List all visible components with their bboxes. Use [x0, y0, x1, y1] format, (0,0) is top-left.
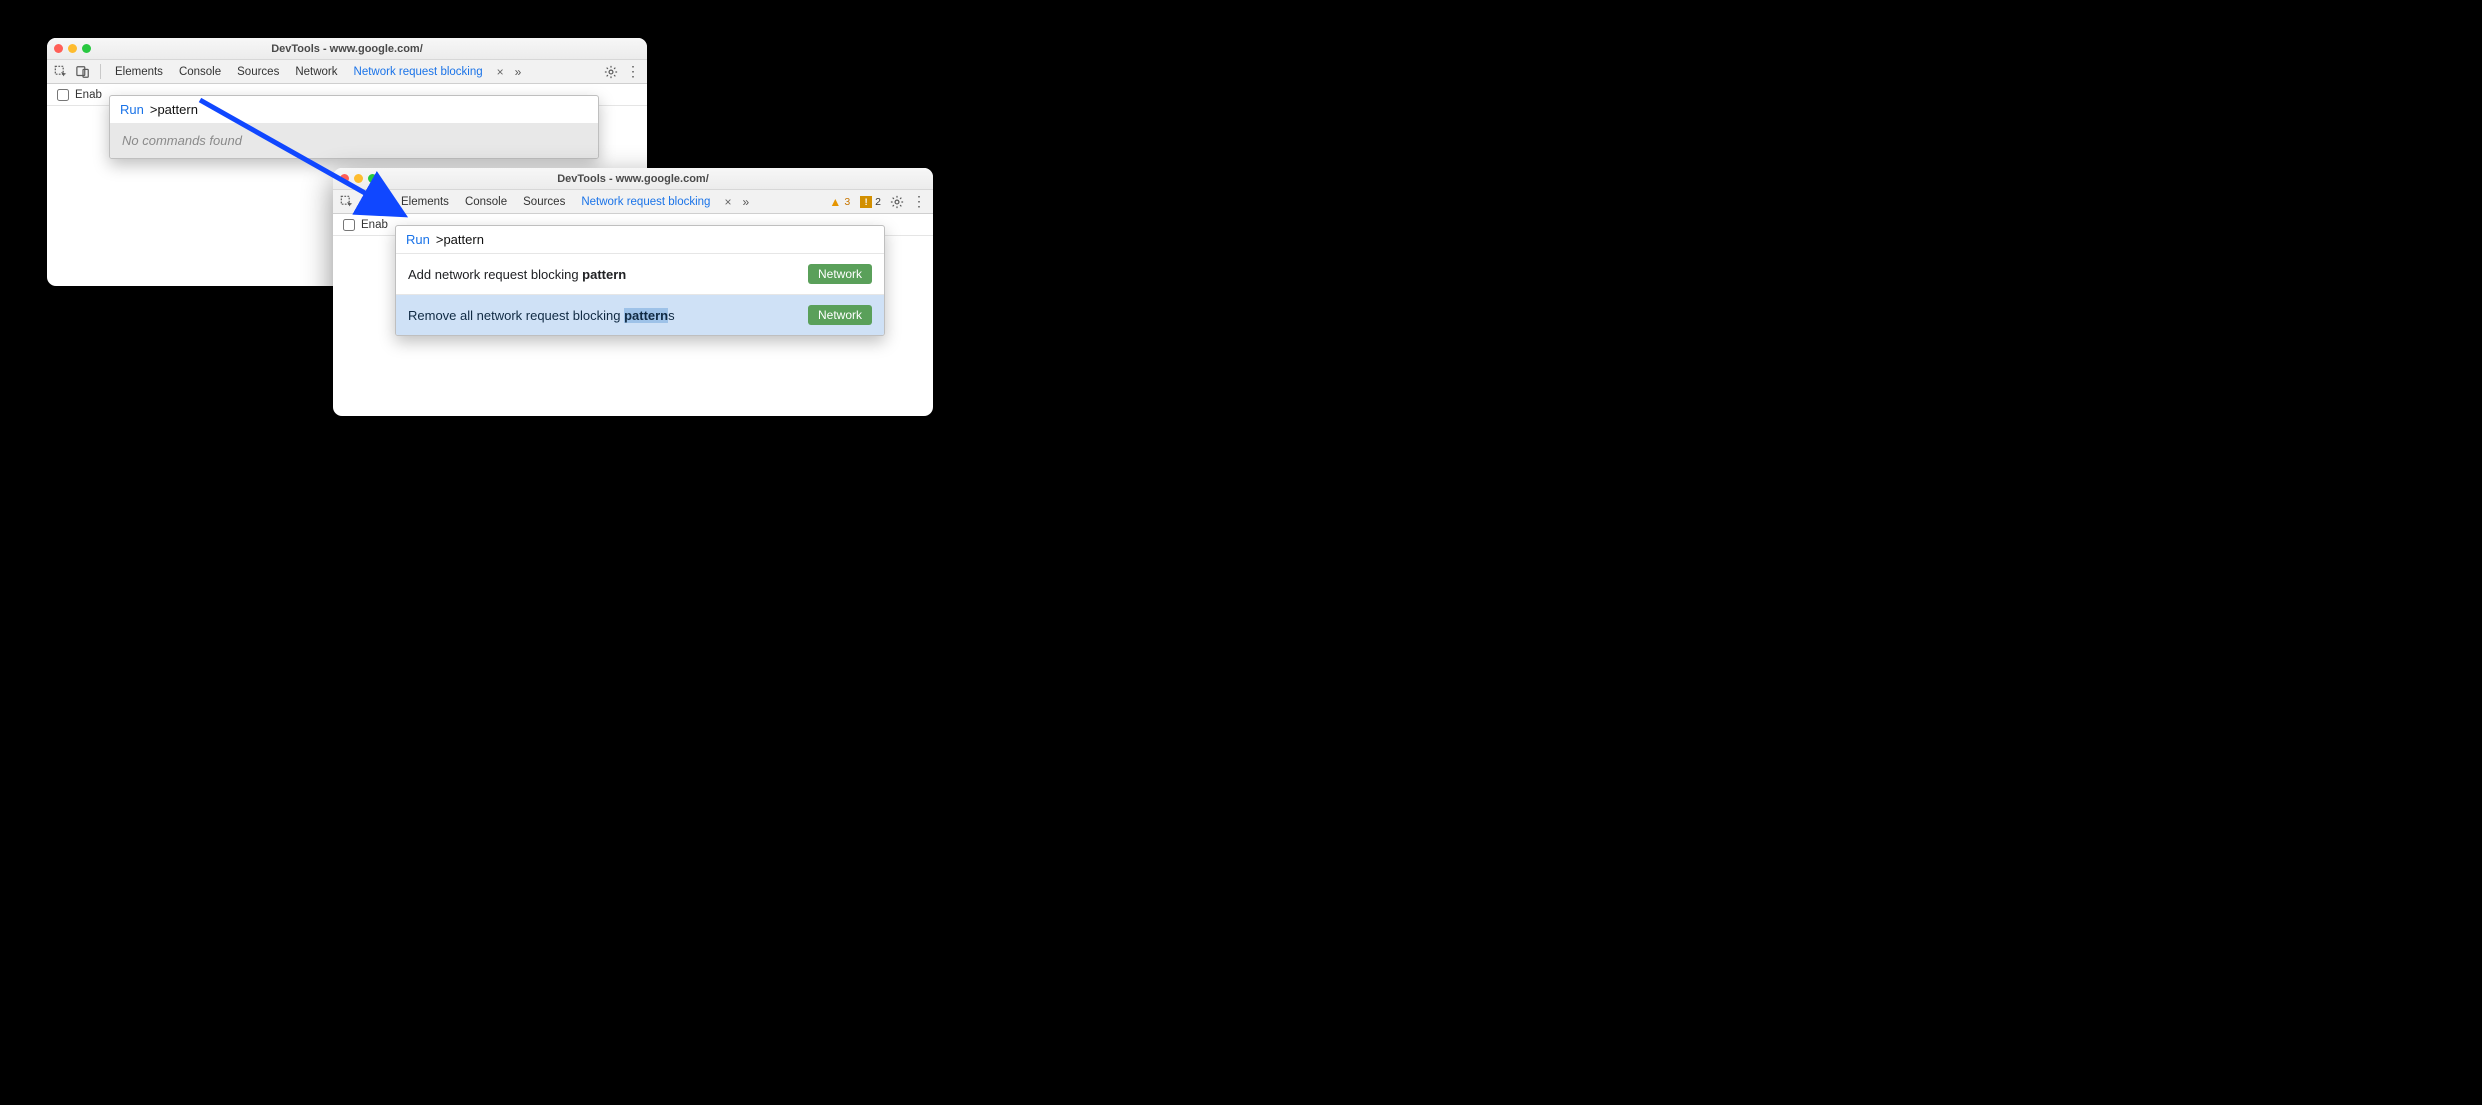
issues-icon: ! — [860, 196, 872, 208]
inspect-icon[interactable] — [52, 63, 70, 81]
device-toggle-icon[interactable] — [74, 63, 92, 81]
devtools-window-after: DevTools - www.google.com/ Elements Cons… — [333, 168, 933, 416]
more-tabs-icon[interactable]: » — [512, 65, 523, 79]
tab-elements[interactable]: Elements — [395, 196, 455, 208]
tab-elements[interactable]: Elements — [109, 66, 169, 78]
kebab-icon[interactable]: ⋮ — [910, 193, 928, 211]
command-query: >pattern — [150, 102, 198, 117]
zoom-icon[interactable] — [82, 44, 91, 53]
command-palette-input[interactable]: Run >pattern — [396, 226, 884, 253]
gear-icon[interactable] — [602, 63, 620, 81]
command-query: >pattern — [436, 232, 484, 247]
issues-count: 2 — [875, 196, 881, 208]
enable-label: Enab — [361, 219, 388, 231]
separator — [386, 194, 387, 209]
minimize-icon[interactable] — [354, 174, 363, 183]
command-palette: Run >pattern No commands found — [109, 95, 599, 159]
tab-sources[interactable]: Sources — [231, 66, 285, 78]
category-pill: Network — [808, 305, 872, 325]
window-controls — [54, 44, 91, 53]
run-label: Run — [120, 102, 144, 117]
cmd-match: pattern — [582, 267, 626, 282]
tab-close-icon[interactable]: × — [493, 65, 508, 79]
command-item-add-pattern[interactable]: Add network request blocking pattern Net… — [396, 253, 884, 294]
close-icon[interactable] — [340, 174, 349, 183]
window-title: DevTools - www.google.com/ — [333, 173, 933, 185]
window-title: DevTools - www.google.com/ — [47, 43, 647, 55]
enable-checkbox[interactable] — [57, 89, 69, 101]
close-icon[interactable] — [54, 44, 63, 53]
kebab-icon[interactable]: ⋮ — [624, 63, 642, 81]
run-label: Run — [406, 232, 430, 247]
tab-console[interactable]: Console — [173, 66, 227, 78]
command-palette: Run >pattern Add network request blockin… — [395, 225, 885, 336]
titlebar[interactable]: DevTools - www.google.com/ — [47, 38, 647, 60]
enable-label: Enab — [75, 89, 102, 101]
tab-network-request-blocking[interactable]: Network request blocking — [575, 196, 716, 208]
tab-close-icon[interactable]: × — [720, 195, 735, 209]
tab-network-request-blocking[interactable]: Network request blocking — [348, 66, 489, 78]
inspect-icon[interactable] — [338, 193, 356, 211]
devtools-toolbar: Elements Console Sources Network Network… — [47, 60, 647, 84]
warning-icon: ▲ — [829, 195, 841, 209]
separator — [100, 64, 101, 79]
tab-network[interactable]: Network — [289, 66, 343, 78]
device-toggle-icon[interactable] — [360, 193, 378, 211]
devtools-toolbar: Elements Console Sources Network request… — [333, 190, 933, 214]
tab-console[interactable]: Console — [459, 196, 513, 208]
no-commands-label: No commands found — [110, 123, 598, 158]
cmd-match: pattern — [624, 308, 668, 323]
cmd-pre: Add network request blocking — [408, 267, 582, 282]
warnings-count: 3 — [844, 196, 850, 208]
cmd-pre: Remove all network request blocking — [408, 308, 624, 323]
issues-badge[interactable]: !2 — [857, 196, 884, 208]
gear-icon[interactable] — [888, 193, 906, 211]
enable-checkbox[interactable] — [343, 219, 355, 231]
cmd-post: s — [668, 308, 675, 323]
command-item-remove-patterns[interactable]: Remove all network request blocking patt… — [396, 294, 884, 335]
command-palette-input[interactable]: Run >pattern — [110, 96, 598, 123]
titlebar[interactable]: DevTools - www.google.com/ — [333, 168, 933, 190]
window-controls — [340, 174, 377, 183]
more-tabs-icon[interactable]: » — [739, 195, 750, 209]
category-pill: Network — [808, 264, 872, 284]
tab-sources[interactable]: Sources — [517, 196, 571, 208]
minimize-icon[interactable] — [68, 44, 77, 53]
zoom-icon[interactable] — [368, 174, 377, 183]
warnings-badge[interactable]: ▲3 — [826, 195, 853, 209]
